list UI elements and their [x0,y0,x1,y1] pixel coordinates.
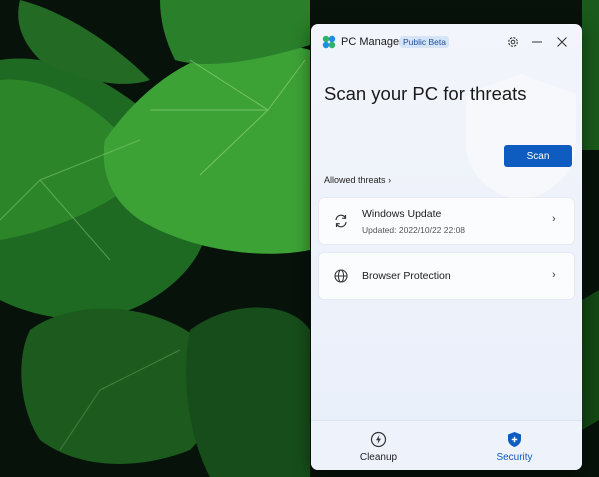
browser-protection-title: Browser Protection [362,270,451,282]
close-icon [557,37,567,47]
windows-update-title: Windows Update [362,208,442,220]
settings-button[interactable] [505,34,521,50]
minimize-icon [532,41,542,43]
gear-icon [508,37,518,47]
windows-update-timestamp: Updated: 2022/10/22 22:08 [362,225,466,235]
chevron-right-icon: › [388,175,392,185]
nav-security-label: Security [496,452,533,463]
pc-manager-logo [322,35,336,49]
bottom-navigation: Cleanup Security [311,420,582,470]
scan-button[interactable]: Scan [504,145,572,167]
browser-protection-item[interactable]: Browser Protection › [319,253,574,299]
scan-heading: Scan your PC for threats [324,83,527,104]
nav-security[interactable]: Security [447,421,582,470]
chevron-right-icon: › [552,269,556,281]
pc-manager-window: PC Manager Public Beta Scan your PC for … [311,24,582,470]
nav-cleanup[interactable]: Cleanup [311,421,446,470]
nav-cleanup-label: Cleanup [359,452,398,463]
title-bar: PC Manager Public Beta [311,24,582,60]
public-beta-badge: Public Beta [400,36,449,48]
allowed-threats-label: Allowed threats [324,175,386,185]
allowed-threats-link[interactable]: Allowed threats › [324,175,391,185]
shield-icon [508,432,521,447]
lightning-icon [370,431,387,448]
windows-update-item[interactable]: Windows Update Updated: 2022/10/22 22:08… [319,198,574,244]
refresh-icon [335,214,347,228]
app-title: PC Manager [341,36,403,48]
chevron-right-icon: › [552,213,556,225]
close-button[interactable] [554,34,570,50]
globe-icon [334,269,348,283]
minimize-button[interactable] [529,34,545,50]
